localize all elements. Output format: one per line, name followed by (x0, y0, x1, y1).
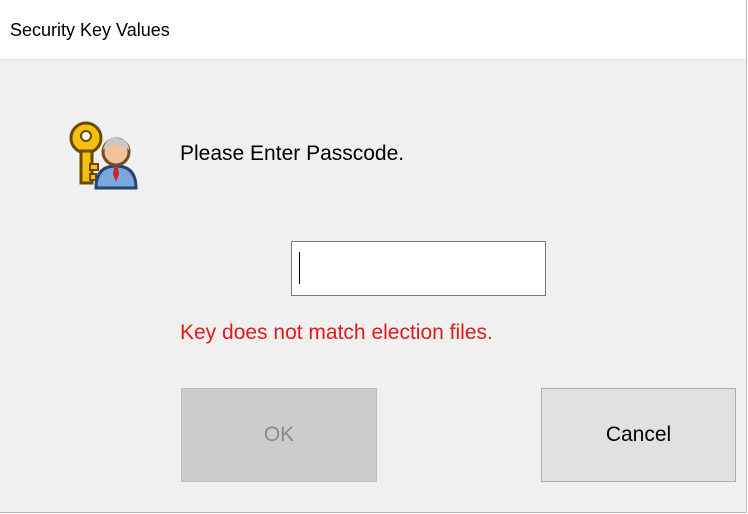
text-caret (299, 252, 300, 284)
error-message: Key does not match election files. (180, 321, 493, 344)
security-key-dialog: Security Key Values Please Enter Passcod… (0, 0, 747, 513)
cancel-button[interactable]: Cancel (541, 388, 736, 482)
passcode-input[interactable] (291, 241, 546, 296)
ok-button[interactable]: OK (181, 388, 377, 482)
title-bar: Security Key Values (0, 0, 746, 60)
passcode-prompt: Please Enter Passcode. (180, 142, 405, 165)
window-title: Security Key Values (10, 20, 170, 40)
key-user-icon (66, 118, 140, 192)
